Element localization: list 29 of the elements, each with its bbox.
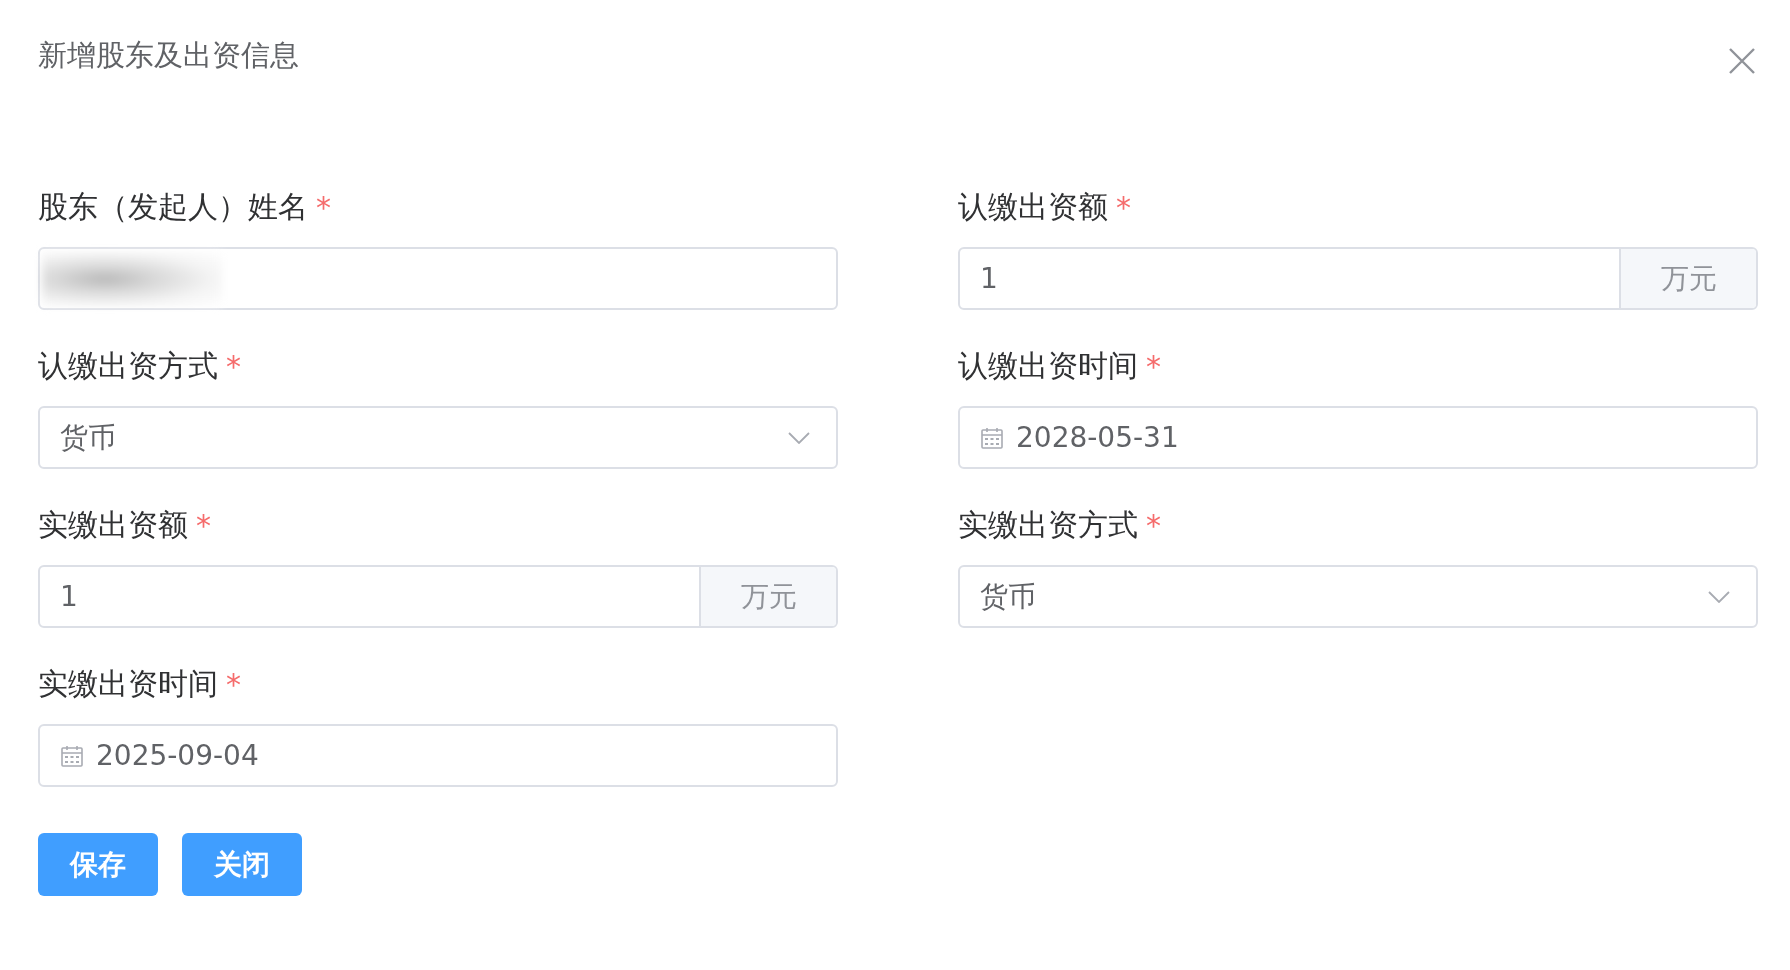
calendar-icon xyxy=(60,743,84,768)
date-field[interactable]: 2028-05-31 xyxy=(958,406,1758,469)
required-mark: * xyxy=(226,348,241,384)
calendar-icon xyxy=(980,425,1004,450)
required-mark: * xyxy=(316,189,331,225)
input-field[interactable]: 1 万元 xyxy=(38,565,838,628)
field-label: 认缴出资方式 xyxy=(38,346,218,385)
field-label: 实缴出资方式 xyxy=(958,505,1138,544)
required-mark: * xyxy=(196,507,211,543)
input-field[interactable] xyxy=(38,247,838,310)
chevron-down-icon xyxy=(1708,590,1730,603)
field-label: 实缴出资额 xyxy=(38,505,188,544)
field-label: 认缴出资时间 xyxy=(958,346,1138,385)
close-icon[interactable] xyxy=(1728,47,1756,75)
chevron-down-icon xyxy=(788,431,810,444)
unit-label: 万元 xyxy=(699,567,836,626)
select-field[interactable]: 货币 xyxy=(38,406,838,469)
dialog-title: 新增股东及出资信息 xyxy=(38,37,299,74)
select-field[interactable]: 货币 xyxy=(958,565,1758,628)
field-label: 股东（发起人）姓名 xyxy=(38,187,308,226)
required-mark: * xyxy=(1146,507,1161,543)
required-mark: * xyxy=(1116,189,1131,225)
field-label: 认缴出资额 xyxy=(958,187,1108,226)
field-label: 实缴出资时间 xyxy=(38,664,218,703)
unit-label: 万元 xyxy=(1619,249,1756,308)
required-mark: * xyxy=(1146,348,1161,384)
date-field[interactable]: 2025-09-04 xyxy=(38,724,838,787)
input-field[interactable]: 1 万元 xyxy=(958,247,1758,310)
required-mark: * xyxy=(226,666,241,702)
